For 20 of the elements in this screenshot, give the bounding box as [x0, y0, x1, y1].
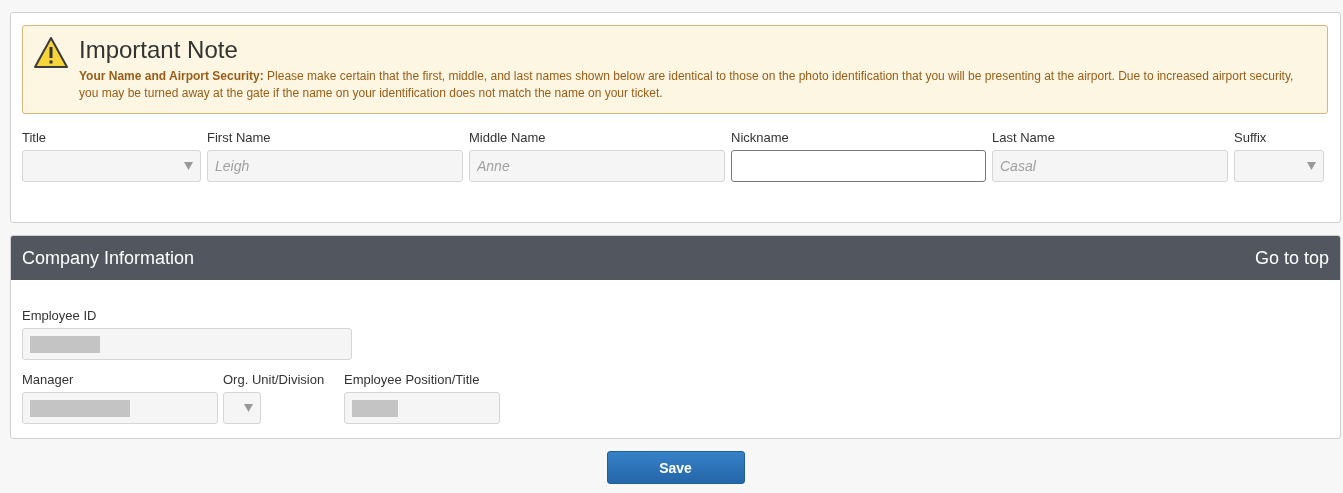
input-field[interactable]	[731, 150, 986, 182]
note-text: Your Name and Airport Security: Please make certain that the first, middle, and last names shown below are identical to those on the photo identification that you will be presenting at the airport. Due to increased airport security, you may be turned away at the gate if the name on your identification does not match the name on your ticket.	[79, 68, 1295, 102]
field-label: Middle Name	[469, 130, 547, 145]
dropdown-caret-icon	[184, 162, 193, 170]
field-label: Suffix	[1234, 130, 1268, 145]
field-label: Nickname	[731, 130, 790, 145]
field-label: Org. Unit/Division	[223, 372, 326, 387]
field-label: Last Name	[992, 130, 1056, 145]
field-label: First Name	[207, 130, 272, 145]
field-label: Title	[22, 130, 48, 145]
save-button[interactable]: Save	[606, 451, 745, 484]
field-label: Employee Position/Title	[344, 372, 481, 387]
note-title: Important Note	[79, 36, 239, 64]
field-label: Manager	[22, 372, 75, 387]
section-title: Company Information	[22, 247, 195, 269]
dropdown-caret-icon	[244, 404, 253, 412]
go-to-top-link[interactable]: Go to top	[1254, 247, 1329, 269]
dropdown-caret-icon	[1307, 162, 1316, 170]
field-label: Employee ID	[22, 308, 98, 323]
warning-icon	[33, 36, 69, 70]
